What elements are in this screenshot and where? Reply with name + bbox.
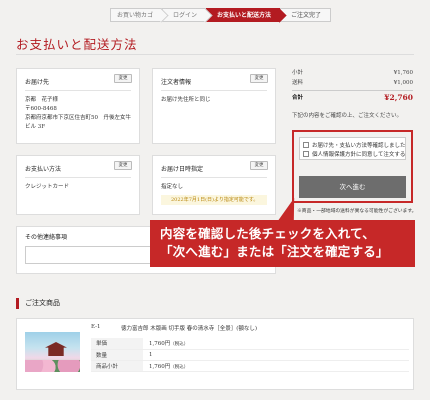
card-title: 注文者情報 — [161, 79, 192, 86]
confirm-checkbox-label[interactable]: お届け先・支払い方法等確認しました — [312, 141, 406, 149]
callout-line-2: 「次へ進む」または「注文を確定する」 — [160, 244, 389, 259]
product-name: 徳力富吉郎 木版画 切手版 春の清水寺［全景］(額なし) — [121, 326, 258, 332]
item-subtotal-value: 1,760円（税込） — [143, 360, 409, 372]
address-line-2: ビル 3F — [25, 124, 46, 130]
change-payment-button[interactable]: 変更 — [114, 161, 132, 170]
table-row: 商品小計 1,760円（税込） — [91, 360, 409, 372]
divider — [161, 90, 267, 91]
trees-shape — [25, 360, 80, 372]
privacy-checkbox-label[interactable]: 個人情報保護方針に同意して注文する — [312, 150, 405, 158]
product-thumbnail — [25, 332, 80, 372]
highlight-frame: お届け先・支払い方法等確認しました 個人情報保護方針に同意して注文する 次へ進む — [292, 130, 413, 203]
change-delivery-address-button[interactable]: 変更 — [114, 74, 132, 83]
orderer-card: 注文者情報 変更 お届け先住所と同じ — [152, 68, 276, 144]
quantity-amount: 1 — [149, 351, 153, 358]
agreement-checkboxes: お届け先・支払い方法等確認しました 個人情報保護方針に同意して注文する — [299, 137, 406, 160]
quantity-key: 数量 — [91, 349, 143, 361]
checkout-stepper: お買い物カゴ ログイン お支払いと配送方法 ご注文完了 — [110, 8, 332, 22]
unit-price-key: 単価 — [91, 338, 143, 350]
total-row: 合計 ¥2,760 — [292, 90, 413, 103]
title-divider — [16, 54, 414, 55]
confirm-checkbox[interactable] — [303, 141, 309, 148]
unit-price-value: 1,760円（税込） — [143, 338, 409, 350]
next-button[interactable]: 次へ進む — [299, 176, 406, 198]
delivery-address-card: お届け先 変更 京都 花子様 〒600-8468 京都府京都市下京区住吉町50 … — [16, 68, 140, 144]
delivery-address-text: 京都 花子様 〒600-8468 京都府京都市下京区住吉町50 丹後左女牛 ビル… — [25, 96, 131, 132]
product-details-table: 単価 1,760円（税込） 数量 1 商品小計 1,760円（税込） — [91, 338, 409, 372]
card-title: お届け日時指定 — [161, 166, 204, 173]
table-row: 数量 1 — [91, 349, 409, 361]
change-delivery-date-button[interactable]: 変更 — [250, 161, 268, 170]
divider — [25, 177, 131, 178]
delivery-date-note: 2022年7月1日(日)より指定可能です。 — [161, 195, 267, 205]
card-title: お支払い方法 — [25, 166, 62, 173]
shipping-row: 送料 ¥1,000 — [292, 78, 413, 88]
table-row: 単価 1,760円（税込） — [91, 338, 409, 350]
recipient-name: 京都 花子様 — [25, 97, 59, 103]
step-complete: ご注文完了 — [280, 8, 332, 22]
total-label: 合計 — [292, 95, 304, 101]
checkout-page: お買い物カゴ ログイン お支払いと配送方法 ご注文完了 お支払いと配送方法 お届… — [0, 0, 430, 400]
privacy-checkbox[interactable] — [303, 150, 309, 157]
temple-shape — [45, 342, 67, 356]
delivery-date-text: 指定なし — [161, 184, 184, 190]
confirm-checkbox-row[interactable]: お届け先・支払い方法等確認しました — [303, 140, 406, 149]
divider — [161, 177, 267, 178]
privacy-checkbox-row[interactable]: 個人情報保護方針に同意して注文する — [303, 149, 405, 158]
payment-method-text: クレジットカード — [25, 184, 70, 190]
item-subtotal-key: 商品小計 — [91, 360, 143, 372]
divider — [25, 90, 131, 91]
ordered-item-card: E-1 徳力富吉郎 木版画 切手版 春の清水寺［全景］(額なし) 単価 1,76… — [16, 318, 414, 390]
item-subtotal-amount: 1,760円 — [149, 363, 171, 370]
step-cart[interactable]: お買い物カゴ — [110, 8, 164, 22]
subtotal-label: 小計 — [292, 70, 304, 76]
tax-included-note: （税込） — [170, 342, 189, 348]
subtotal-row: 小計 ¥1,760 — [292, 68, 413, 78]
quantity-value: 1 — [143, 349, 409, 361]
change-orderer-button[interactable]: 変更 — [250, 74, 268, 83]
total-amount: ¥2,760 — [384, 93, 413, 102]
postal-code: 〒600-8468 — [25, 106, 57, 112]
ordered-items-heading: ご注文商品 — [16, 298, 60, 309]
delivery-date-card: お届け日時指定 変更 指定なし 2022年7月1日(日)より指定可能です。 — [152, 155, 276, 215]
orderer-text: お届け先住所と同じ — [161, 97, 211, 103]
shipping-note: ※商品・一部地域の送料が異なる可能性がございます。 — [297, 209, 417, 214]
tax-included-note: （税込） — [170, 364, 189, 370]
card-title: お届け先 — [25, 79, 50, 86]
product-code: E-1 — [91, 324, 101, 330]
shipping-label: 送料 — [292, 80, 304, 86]
order-summary: 小計 ¥1,760 送料 ¥1,000 合計 ¥2,760 下記の内容をご確認の… — [292, 68, 413, 121]
callout-line-1: 内容を確認した後チェックを入れて、 — [160, 226, 375, 241]
unit-price-amount: 1,760円 — [149, 341, 171, 348]
subtotal-amount: ¥1,760 — [393, 70, 413, 76]
page-title: お支払いと配送方法 — [16, 37, 138, 52]
card-title: その他連絡事項 — [25, 234, 68, 241]
payment-method-card: お支払い方法 変更 クレジットカード — [16, 155, 140, 215]
step-payment-delivery: お支払いと配送方法 — [206, 8, 282, 22]
shipping-amount: ¥1,000 — [393, 80, 413, 86]
address-line-1: 京都府京都市下京区住吉町50 丹後左女牛 — [25, 115, 131, 121]
confirm-instruction: 下記の内容をご確認の上、ご注文ください。 — [292, 113, 403, 119]
instruction-callout: 内容を確認した後チェックを入れて、 「次へ進む」または「注文を確定する」 — [150, 220, 415, 267]
